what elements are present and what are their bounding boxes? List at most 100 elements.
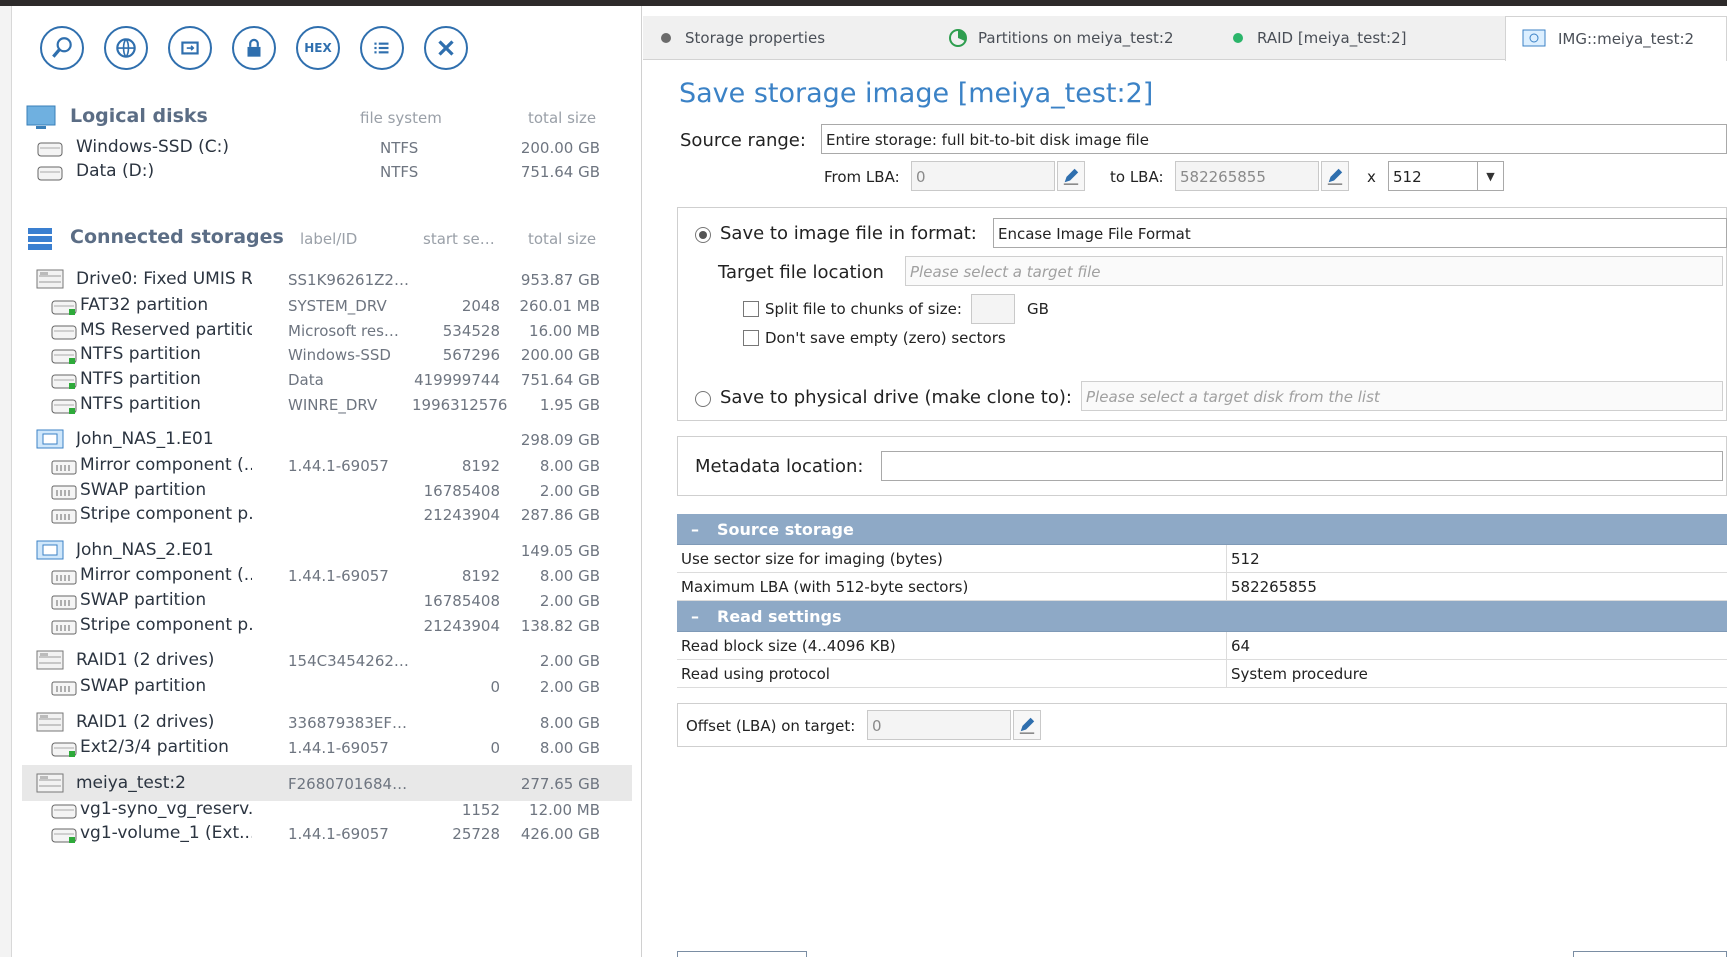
storage-size: 138.82 GB bbox=[520, 617, 600, 635]
tab-storage-properties[interactable]: Storage properties bbox=[661, 16, 825, 60]
logical-disk-item[interactable]: Data (D:) NTFS 751.64 GB bbox=[22, 158, 632, 185]
disk-file-system: NTFS bbox=[380, 139, 419, 157]
storage-label: Microsoft res… bbox=[288, 322, 399, 340]
storage-size: 8.00 GB bbox=[539, 457, 600, 475]
partition-icon bbox=[51, 485, 77, 500]
partition-icon bbox=[51, 595, 77, 610]
globe-icon bbox=[116, 38, 136, 58]
storage-size: 953.87 GB bbox=[520, 271, 600, 289]
property-row[interactable]: Maximum LBA (with 512-byte sectors) 58226… bbox=[677, 573, 1727, 601]
page-title: Save storage image [meiya_test:2] bbox=[679, 78, 1154, 109]
pencil-icon bbox=[1063, 168, 1079, 185]
list-button[interactable] bbox=[360, 26, 404, 70]
storage-size: 2.00 GB bbox=[539, 652, 600, 670]
partition-item[interactable]: Mirror component (... 1.44.1-69057 8192 8.0… bbox=[22, 452, 632, 479]
target-location-input[interactable]: Please select a target file bbox=[905, 256, 1723, 286]
tab-img[interactable]: IMG::meiya_test:2 bbox=[1505, 16, 1727, 61]
property-value: 582265855 bbox=[1231, 578, 1317, 596]
search-button[interactable] bbox=[40, 26, 84, 70]
skip-empty-label: Don't save empty (zero) sectors bbox=[765, 329, 1006, 347]
split-file-checkbox[interactable] bbox=[743, 301, 759, 317]
metadata-input[interactable] bbox=[881, 451, 1723, 481]
offset-input[interactable]: 0 bbox=[867, 710, 1011, 740]
storage-size: 277.65 GB bbox=[520, 775, 600, 793]
storage-start: 16785408 bbox=[423, 592, 500, 610]
save-physical-radio[interactable] bbox=[695, 391, 711, 407]
storage-label: 1.44.1-69057 bbox=[288, 457, 389, 475]
drive-icon bbox=[36, 773, 64, 793]
source-storage-title: Source storage bbox=[717, 520, 854, 539]
storage-size: 1.95 GB bbox=[539, 396, 600, 414]
partition-item[interactable]: Stripe component p... 21243904 138.82 GB bbox=[22, 612, 632, 639]
partition-item[interactable]: SWAP partition 0 2.00 GB bbox=[22, 673, 632, 700]
storage-start: 0 bbox=[490, 678, 500, 696]
property-row[interactable]: Read block size (4..4096 KB) 64 bbox=[677, 632, 1727, 660]
storage-name: vg1-volume_1 (Ext... bbox=[80, 823, 252, 843]
property-key: Read block size (4..4096 KB) bbox=[681, 637, 896, 655]
partition-item[interactable]: Ext2/3/4 partition 1.44.1-69057 0 8.00 GB bbox=[22, 734, 632, 761]
disk-name: Windows-SSD (C:) bbox=[76, 137, 229, 157]
tab-partitions[interactable]: Partitions on meiya_test:2 bbox=[948, 16, 1174, 60]
partition-item[interactable]: SWAP partition 16785408 2.00 GB bbox=[22, 477, 632, 504]
sync-button[interactable] bbox=[168, 26, 212, 70]
partition-item[interactable]: NTFS partition Data 419999744 751.64 GB bbox=[22, 366, 632, 393]
read-settings-header[interactable]: – Read settings bbox=[677, 601, 1727, 632]
partition-item[interactable]: vg1-volume_1 (Ext... 1.44.1-69057 25728 426… bbox=[22, 820, 632, 847]
disk-size: 200.00 GB bbox=[520, 139, 600, 157]
save-image-radio[interactable] bbox=[695, 227, 711, 243]
col-total-size: total size bbox=[528, 109, 597, 127]
edit-to-lba-button[interactable] bbox=[1321, 161, 1349, 191]
image-format-select[interactable]: Encase Image File Format bbox=[993, 218, 1727, 248]
globe-button[interactable] bbox=[104, 26, 148, 70]
disk-size: 751.64 GB bbox=[520, 163, 600, 181]
to-lba-input[interactable]: 582265855 bbox=[1175, 161, 1319, 191]
partition-item[interactable]: NTFS partition Windows-SSD 567296 200.00 GB bbox=[22, 341, 632, 368]
partition-item[interactable]: NTFS partition WINRE_DRV 1996312576 1.95 GB bbox=[22, 391, 632, 418]
split-size-input[interactable] bbox=[971, 294, 1015, 324]
partition-item[interactable]: MS Reserved partition Microsoft res… 53452… bbox=[22, 317, 632, 344]
to-lba-label: to LBA: bbox=[1110, 168, 1164, 186]
property-row[interactable]: Read using protocol System procedure bbox=[677, 660, 1727, 688]
partition-icon bbox=[51, 399, 77, 414]
partition-item[interactable]: vg1-syno_vg_reserv... 1152 12.00 MB bbox=[22, 796, 632, 823]
storage-size: 16.00 MB bbox=[529, 322, 600, 340]
sector-size-select[interactable]: 512 bbox=[1388, 161, 1478, 191]
drive-icon bbox=[37, 142, 63, 157]
offset-label: Offset (LBA) on target: bbox=[686, 717, 856, 735]
edit-offset-button[interactable] bbox=[1013, 710, 1041, 740]
storage-name: NTFS partition bbox=[80, 369, 201, 389]
edit-from-lba-button[interactable] bbox=[1057, 161, 1085, 191]
storage-start: 567296 bbox=[442, 346, 500, 364]
connected-storages-title: Connected storages bbox=[70, 226, 284, 248]
chevron-down-icon[interactable]: ▼ bbox=[1478, 161, 1504, 191]
source-range-select[interactable]: Entire storage: full bit-to-bit disk ima… bbox=[821, 124, 1727, 154]
physical-drive-select[interactable]: Please select a target disk from the lis… bbox=[1081, 381, 1723, 411]
column-separator bbox=[1226, 632, 1227, 660]
storage-name: MS Reserved partition bbox=[80, 320, 252, 340]
storage-name: SWAP partition bbox=[80, 676, 207, 696]
read-settings-title: Read settings bbox=[717, 607, 842, 626]
back-button[interactable] bbox=[677, 951, 807, 957]
col-label-id: label/ID bbox=[300, 230, 358, 248]
storage-label: SYSTEM_DRV bbox=[288, 297, 387, 315]
property-key: Maximum LBA (with 512-byte sectors) bbox=[681, 578, 969, 596]
partition-item[interactable]: FAT32 partition SYSTEM_DRV 2048 260.01 MB bbox=[22, 292, 632, 319]
source-storage-header[interactable]: – Source storage bbox=[677, 514, 1727, 545]
storage-name: Mirror component (... bbox=[80, 565, 252, 585]
tab-raid[interactable]: RAID [meiya_test:2] bbox=[1233, 16, 1407, 60]
skip-empty-checkbox[interactable] bbox=[743, 330, 759, 346]
sync-icon bbox=[181, 41, 199, 55]
hex-button[interactable]: HEX bbox=[296, 26, 340, 70]
disk-image-icon bbox=[1522, 29, 1546, 47]
property-row[interactable]: Use sector size for imaging (bytes) 512 bbox=[677, 545, 1727, 573]
logical-disk-item[interactable]: Windows-SSD (C:) NTFS 200.00 GB bbox=[22, 134, 632, 161]
storage-start: 25728 bbox=[452, 825, 500, 843]
x-label: x bbox=[1367, 168, 1376, 186]
from-lba-input[interactable]: 0 bbox=[911, 161, 1055, 191]
partition-item[interactable]: SWAP partition 16785408 2.00 GB bbox=[22, 587, 632, 614]
partition-item[interactable]: Mirror component (... 1.44.1-69057 8192 8.0… bbox=[22, 562, 632, 589]
start-button[interactable] bbox=[1573, 951, 1727, 957]
partition-item[interactable]: Stripe component p... 21243904 287.86 GB bbox=[22, 501, 632, 528]
lock-button[interactable] bbox=[232, 26, 276, 70]
close-button[interactable] bbox=[424, 26, 468, 70]
